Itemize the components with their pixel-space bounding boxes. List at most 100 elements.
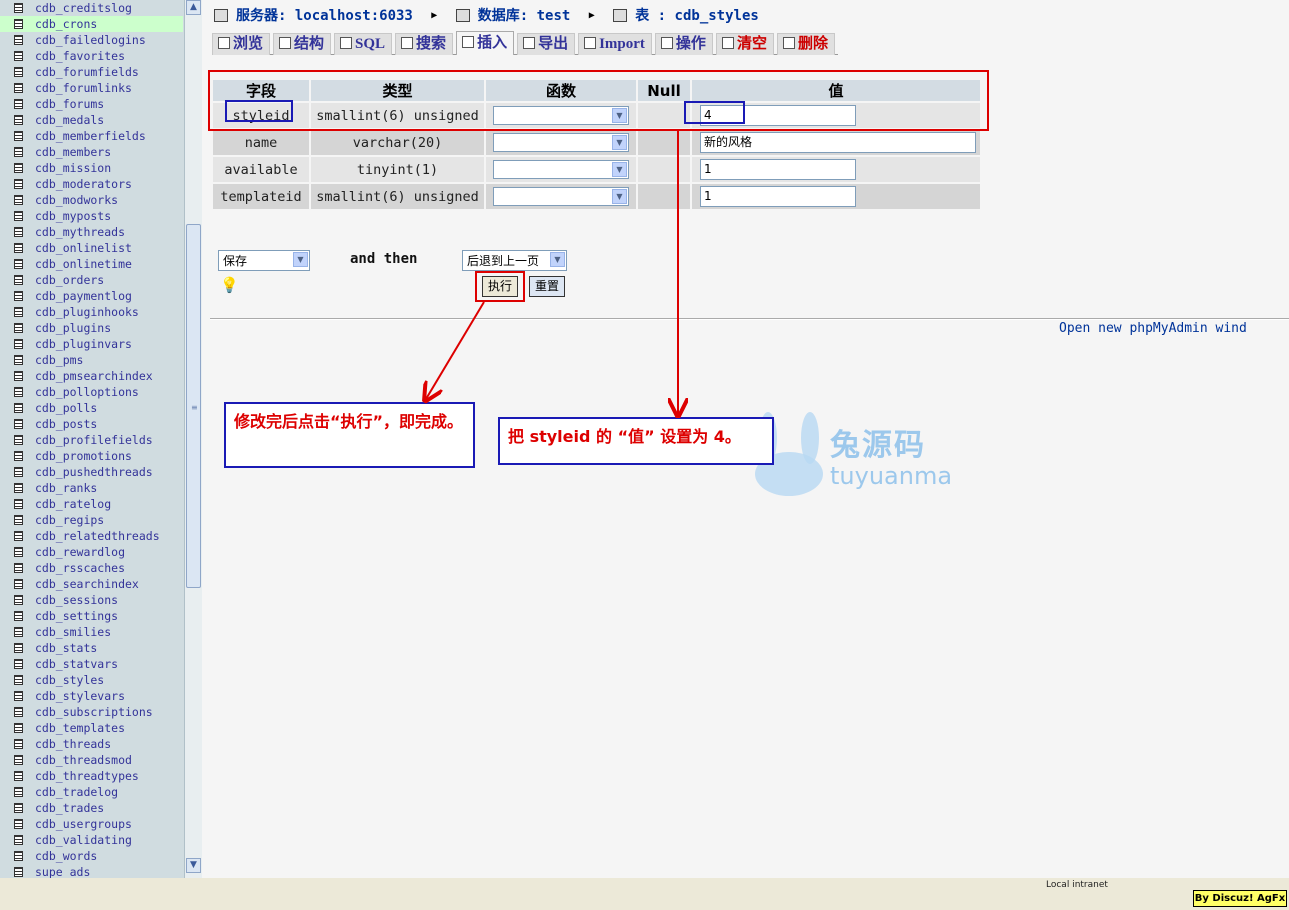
table-icon[interactable] (14, 483, 23, 493)
tab-export[interactable]: 导出 (517, 33, 576, 55)
sidebar-table-item[interactable]: cdb_creditslog (0, 0, 183, 16)
sidebar-table-label[interactable]: cdb_forums (35, 97, 104, 111)
chevron-down-icon[interactable]: ▼ (612, 135, 627, 150)
tab-empty[interactable]: 清空 (715, 33, 774, 55)
table-icon[interactable] (14, 531, 23, 541)
sidebar-table-label[interactable]: cdb_pms (35, 353, 83, 367)
table-icon[interactable] (14, 35, 23, 45)
sidebar-table-item[interactable]: cdb_members (0, 144, 183, 160)
sidebar-table-label[interactable]: cdb_rewardlog (35, 545, 125, 559)
table-icon[interactable] (14, 131, 23, 141)
sidebar-table-item[interactable]: cdb_forums (0, 96, 183, 112)
table-icon[interactable] (14, 643, 23, 653)
sidebar-table-item[interactable]: cdb_onlinetime (0, 256, 183, 272)
tab-insert[interactable]: 插入 (456, 31, 515, 55)
table-icon[interactable] (14, 851, 23, 861)
sidebar-table-item[interactable]: cdb_pms (0, 352, 183, 368)
sidebar-table-label[interactable]: supe_ads (35, 865, 90, 878)
sidebar-table-label[interactable]: cdb_threads (35, 737, 111, 751)
sidebar-table-item[interactable]: cdb_pmsearchindex (0, 368, 183, 384)
table-icon[interactable] (14, 755, 23, 765)
sidebar-table-label[interactable]: cdb_creditslog (35, 1, 132, 15)
tab-operations[interactable]: 操作 (654, 33, 713, 55)
table-icon[interactable] (14, 435, 23, 445)
table-icon[interactable] (14, 563, 23, 573)
breadcrumb-table[interactable]: 表 : cdb_styles (635, 8, 759, 24)
value-input[interactable]: 1 (700, 186, 856, 207)
sidebar-table-item[interactable]: cdb_mythreads (0, 224, 183, 240)
sidebar-table-label[interactable]: cdb_myposts (35, 209, 111, 223)
function-select[interactable]: ▼ (493, 187, 629, 206)
action-select[interactable]: 保存 ▼ (218, 250, 310, 271)
table-icon[interactable] (14, 195, 23, 205)
table-icon[interactable] (14, 67, 23, 77)
sidebar-table-item[interactable]: cdb_threadsmod (0, 752, 183, 768)
sidebar-table-item[interactable]: cdb_forumfields (0, 64, 183, 80)
function-select[interactable]: ▼ (493, 133, 629, 152)
chevron-down-icon[interactable]: ▼ (612, 189, 627, 204)
table-icon[interactable] (14, 787, 23, 797)
sidebar-table-label[interactable]: cdb_paymentlog (35, 289, 132, 303)
sidebar-table-label[interactable]: cdb_rsscaches (35, 561, 125, 575)
sidebar-table-label[interactable]: cdb_styles (35, 673, 104, 687)
sidebar-table-item[interactable]: cdb_trades (0, 800, 183, 816)
sidebar-table-label[interactable]: cdb_orders (35, 273, 104, 287)
sidebar-table-label[interactable]: cdb_stats (35, 641, 97, 655)
sidebar-table-item[interactable]: cdb_ratelog (0, 496, 183, 512)
after-insert-select[interactable]: 后退到上一页 ▼ (462, 250, 567, 271)
table-icon[interactable] (14, 691, 23, 701)
sidebar-table-label[interactable]: cdb_regips (35, 513, 104, 527)
sidebar-table-item[interactable]: cdb_polls (0, 400, 183, 416)
sidebar-table-label[interactable]: cdb_stylevars (35, 689, 125, 703)
sidebar-table-label[interactable]: cdb_words (35, 849, 97, 863)
sidebar-table-label[interactable]: cdb_pluginvars (35, 337, 132, 351)
sidebar-table-item[interactable]: cdb_memberfields (0, 128, 183, 144)
sidebar-table-item[interactable]: cdb_searchindex (0, 576, 183, 592)
sidebar-table-label[interactable]: cdb_searchindex (35, 577, 139, 591)
sidebar-table-item[interactable]: cdb_statvars (0, 656, 183, 672)
tab-import[interactable]: Import (578, 33, 652, 55)
sidebar-table-item[interactable]: cdb_crons (0, 16, 183, 32)
sidebar-table-item[interactable]: cdb_paymentlog (0, 288, 183, 304)
table-icon[interactable] (14, 243, 23, 253)
table-icon[interactable] (14, 211, 23, 221)
chevron-down-icon[interactable]: ▼ (612, 162, 627, 177)
sidebar-table-item[interactable]: cdb_moderators (0, 176, 183, 192)
breadcrumb-database[interactable]: 数据库: test (478, 8, 571, 24)
sidebar-table-label[interactable]: cdb_plugins (35, 321, 111, 335)
table-icon[interactable] (14, 147, 23, 157)
table-icon[interactable] (14, 179, 23, 189)
sidebar-table-item[interactable]: cdb_mission (0, 160, 183, 176)
tab-drop[interactable]: 删除 (776, 33, 835, 55)
sidebar-table-label[interactable]: cdb_relatedthreads (35, 529, 160, 543)
table-icon[interactable] (14, 835, 23, 845)
sidebar-table-label[interactable]: cdb_posts (35, 417, 97, 431)
table-icon[interactable] (14, 115, 23, 125)
sidebar-table-item[interactable]: cdb_words (0, 848, 183, 864)
sidebar-table-label[interactable]: cdb_members (35, 145, 111, 159)
sidebar-table-label[interactable]: cdb_threadtypes (35, 769, 139, 783)
sidebar-table-label[interactable]: cdb_statvars (35, 657, 118, 671)
table-icon[interactable] (14, 259, 23, 269)
table-icon[interactable] (14, 595, 23, 605)
sidebar-table-item[interactable]: supe_ads (0, 864, 183, 878)
sidebar-table-item[interactable]: cdb_usergroups (0, 816, 183, 832)
table-icon[interactable] (14, 291, 23, 301)
table-icon[interactable] (14, 611, 23, 621)
table-icon[interactable] (14, 51, 23, 61)
sidebar-table-label[interactable]: cdb_forumlinks (35, 81, 132, 95)
sidebar-table-label[interactable]: cdb_subscriptions (35, 705, 153, 719)
sidebar-table-item[interactable]: cdb_orders (0, 272, 183, 288)
table-icon[interactable] (14, 723, 23, 733)
sidebar-table-item[interactable]: cdb_ranks (0, 480, 183, 496)
sidebar-table-label[interactable]: cdb_pluginhooks (35, 305, 139, 319)
sidebar-table-label[interactable]: cdb_trades (35, 801, 104, 815)
sidebar-table-label[interactable]: cdb_promotions (35, 449, 132, 463)
table-icon[interactable] (14, 163, 23, 173)
sidebar-table-item[interactable]: cdb_subscriptions (0, 704, 183, 720)
sidebar-table-item[interactable]: cdb_rsscaches (0, 560, 183, 576)
table-icon[interactable] (14, 419, 23, 429)
sidebar-table-label[interactable]: cdb_usergroups (35, 817, 132, 831)
sidebar-table-label[interactable]: cdb_favorites (35, 49, 125, 63)
sidebar-table-label[interactable]: cdb_pmsearchindex (35, 369, 153, 383)
